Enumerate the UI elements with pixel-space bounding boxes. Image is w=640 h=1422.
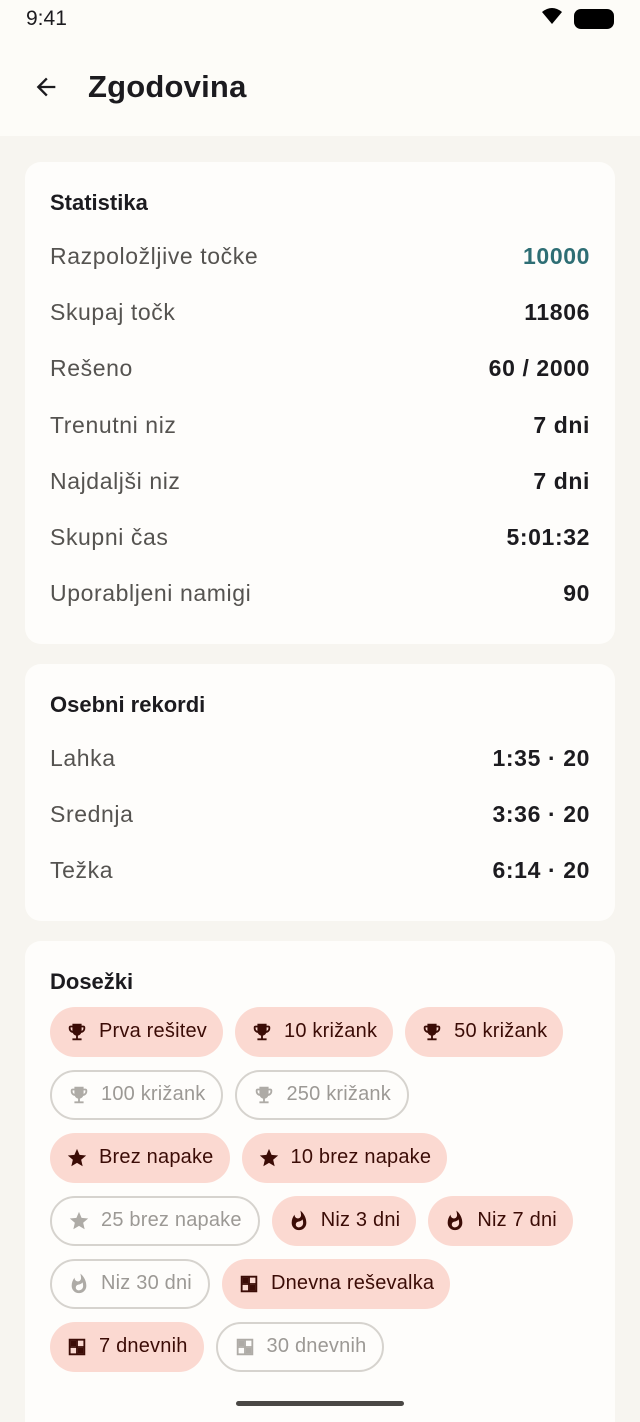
achievement-label: Brez napake: [99, 1146, 214, 1169]
achievement-chip[interactable]: 7 dnevnih: [50, 1321, 204, 1372]
achievement-label: 10 brez napake: [290, 1146, 432, 1169]
back-button[interactable]: [30, 71, 62, 103]
achievement-label: 50 križank: [454, 1020, 548, 1043]
flame-icon: [288, 1210, 310, 1232]
stat-value: 11806: [524, 298, 590, 325]
arrow-left-icon: [36, 77, 56, 97]
flame-icon: [68, 1273, 90, 1295]
stats-title: Statistika: [50, 190, 148, 215]
achievement-chip[interactable]: 50 križank: [405, 1006, 564, 1057]
wifi-icon: [540, 6, 564, 32]
records-card: Osebni rekordi Lahka 1:35 · 20 Srednja 3…: [25, 664, 615, 921]
achievement-label: Niz 3 dni: [320, 1209, 401, 1232]
achievement-chip[interactable]: Brez napake: [50, 1132, 230, 1183]
stat-label: Skupni čas: [50, 524, 169, 551]
stats-card: Statistika Razpoložljive točke 10000 Sku…: [25, 162, 615, 645]
record-label: Težka: [50, 857, 114, 884]
stat-label: Trenutni niz: [50, 411, 177, 438]
grid-icon: [238, 1273, 260, 1295]
achievement-label: 10 križank: [284, 1020, 378, 1043]
stat-label: Skupaj točk: [50, 298, 176, 325]
achievements-title: Dosežki: [50, 968, 134, 994]
record-value: 3:36 · 20: [492, 801, 590, 828]
achievement-label: 7 dnevnih: [99, 1335, 188, 1358]
record-label: Srednja: [50, 801, 134, 828]
record-value: 6:14 · 20: [492, 857, 590, 884]
stat-row-total-points: Skupaj točk 11806: [50, 284, 590, 340]
battery-icon: [574, 9, 614, 29]
achievement-label: 30 dnevnih: [266, 1335, 367, 1358]
stat-label: Najdaljši niz: [50, 467, 181, 494]
stat-value: 5:01:32: [506, 524, 590, 551]
stat-row-longest-streak: Najdaljši niz 7 dni: [50, 453, 590, 509]
trophy-icon: [251, 1021, 273, 1043]
achievement-chip[interactable]: 10 križank: [235, 1006, 394, 1057]
achievement-chip[interactable]: 30 dnevnih: [215, 1321, 385, 1372]
stat-value: 7 dni: [533, 467, 590, 494]
star-icon: [68, 1210, 90, 1232]
stat-value: 60 / 2000: [488, 355, 590, 382]
status-time: 9:41: [26, 7, 67, 30]
achievement-label: Niz 7 dni: [477, 1209, 557, 1232]
record-label: Lahka: [50, 744, 116, 771]
stat-row-total-time: Skupni čas 5:01:32: [50, 509, 590, 565]
achievement-label: Dnevna reševalka: [270, 1272, 435, 1295]
stat-value: 7 dni: [533, 411, 590, 438]
achievement-chip[interactable]: 250 križank: [235, 1069, 409, 1120]
grid-icon: [234, 1336, 256, 1358]
achievement-chip[interactable]: Prva rešitev: [50, 1006, 223, 1057]
achievement-chips: Prva rešitev 10 križank 50 križank 100 križ…: [50, 1006, 590, 1372]
achievement-chip[interactable]: Dnevna reševalka: [221, 1258, 451, 1309]
stat-row-current-streak: Trenutni niz 7 dni: [50, 397, 590, 453]
grid-icon: [66, 1336, 88, 1358]
achievement-label: 100 križank: [101, 1083, 206, 1106]
trophy-icon: [421, 1021, 443, 1043]
achievement-chip[interactable]: 10 brez napake: [241, 1132, 448, 1183]
status-icons: [540, 6, 614, 32]
achievement-chip[interactable]: 25 brez napake: [50, 1195, 260, 1246]
app-bar: Zgodovina: [0, 38, 640, 136]
stat-value: 10000: [523, 242, 590, 269]
stat-row-hints-used: Uporabljeni namigi 90: [50, 566, 590, 622]
trophy-icon: [253, 1084, 275, 1106]
page-title: Zgodovina: [88, 69, 247, 104]
achievement-label: Prva rešitev: [99, 1020, 207, 1043]
stat-value: 90: [563, 580, 590, 607]
achievement-chip[interactable]: Niz 3 dni: [271, 1195, 417, 1246]
stat-label: Rešeno: [50, 355, 133, 382]
home-indicator: [236, 1401, 404, 1406]
flame-icon: [444, 1210, 466, 1232]
achievement-label: Niz 30 dni: [101, 1272, 192, 1295]
record-row-easy: Lahka 1:35 · 20: [50, 730, 590, 786]
achievement-label: 25 brez napake: [101, 1209, 242, 1232]
achievement-label: 250 križank: [286, 1083, 391, 1106]
status-bar: 9:41: [0, 0, 640, 38]
achievements-card: Dosežki Prva rešitev 10 križank 50 križank…: [25, 940, 615, 1422]
achievement-chip[interactable]: Niz 7 dni: [428, 1195, 573, 1246]
stat-row-available-points: Razpoložljive točke 10000: [50, 228, 590, 284]
stat-label: Uporabljeni namigi: [50, 580, 252, 607]
record-value: 1:35 · 20: [492, 744, 590, 771]
trophy-icon: [66, 1021, 88, 1043]
record-row-hard: Težka 6:14 · 20: [50, 843, 590, 899]
achievement-chip[interactable]: 100 križank: [50, 1069, 224, 1120]
star-icon: [66, 1147, 88, 1169]
record-row-medium: Srednja 3:36 · 20: [50, 786, 590, 842]
star-icon: [258, 1147, 280, 1169]
stat-row-solved: Rešeno 60 / 2000: [50, 341, 590, 397]
stat-label: Razpoložljive točke: [50, 242, 259, 269]
achievement-chip[interactable]: Niz 30 dni: [50, 1258, 210, 1309]
records-title: Osebni rekordi: [50, 692, 206, 718]
trophy-icon: [68, 1084, 90, 1106]
main-content: Statistika Razpoložljive točke 10000 Sku…: [0, 136, 640, 1422]
